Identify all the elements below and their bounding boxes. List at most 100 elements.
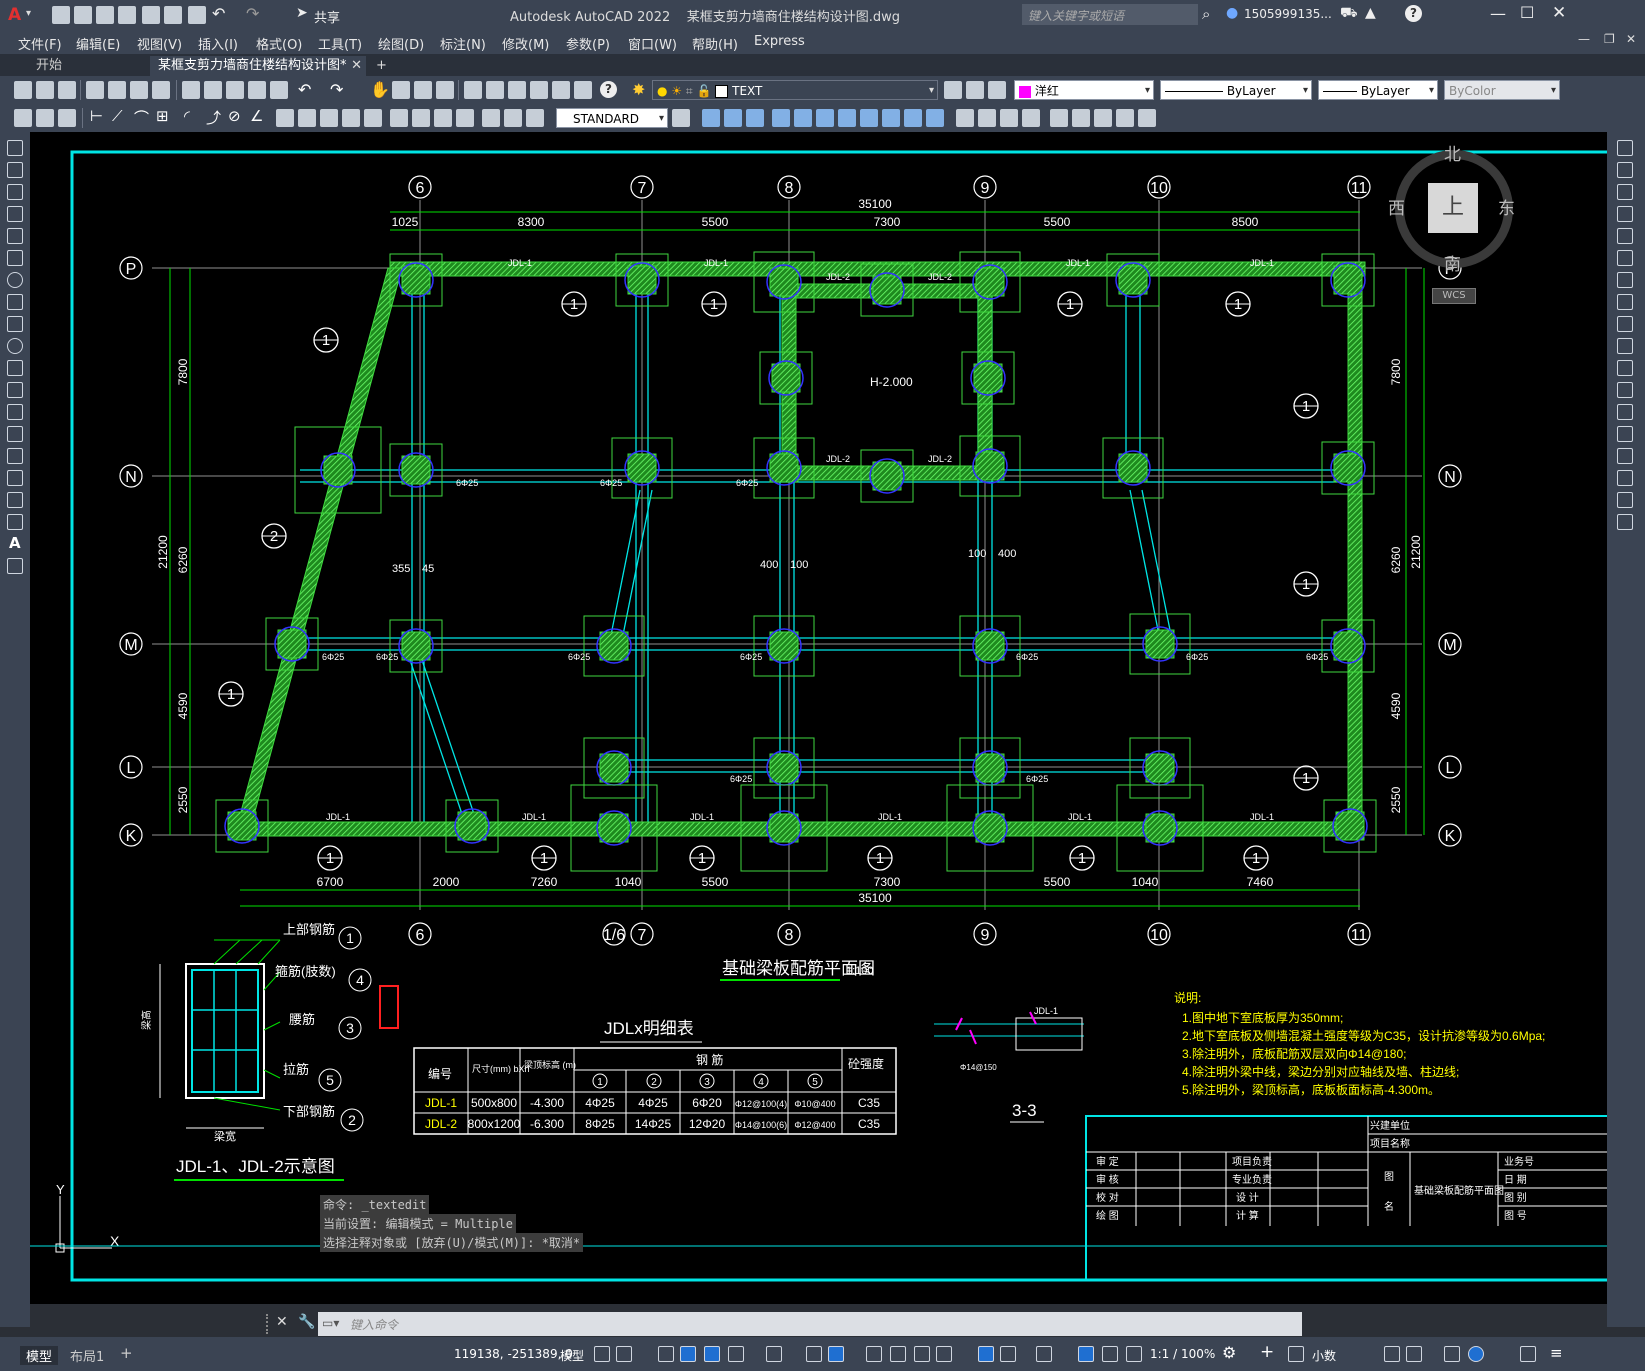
new-file-icon[interactable] — [52, 6, 70, 24]
dynamic-input-icon[interactable] — [680, 1346, 696, 1362]
dim-aligned-icon[interactable]: ⟋ — [112, 107, 123, 125]
dim-style-dropdown[interactable]: STANDARD ▾ — [556, 108, 668, 128]
chevron-down-icon[interactable]: ▾ — [1303, 81, 1308, 101]
array-icon[interactable] — [1617, 228, 1633, 244]
model-space-toggle[interactable]: 模型 — [560, 1347, 584, 1364]
publish-icon[interactable] — [130, 81, 148, 99]
viewcube-west[interactable]: 西 — [1388, 194, 1405, 219]
dim-space-icon[interactable] — [342, 109, 360, 127]
lineweight-dropdown[interactable]: ByLayer ▾ — [1318, 80, 1438, 100]
modify-tool-1-icon[interactable] — [702, 109, 720, 127]
stretch-icon[interactable] — [1617, 316, 1633, 332]
search-input[interactable]: 键入关键字或短语 — [1028, 7, 1124, 24]
add-selected-icon[interactable] — [7, 558, 23, 574]
search-box[interactable]: 键入关键字或短语 — [1022, 4, 1198, 25]
dim-diameter-icon[interactable]: ⊘ — [228, 107, 241, 125]
trim-icon[interactable] — [1617, 338, 1633, 354]
command-prompt-icon[interactable]: ▭▾ — [322, 1316, 339, 1330]
new-tab-button[interactable]: + — [368, 56, 395, 76]
menu-tools[interactable]: 工具(T) — [318, 34, 362, 53]
print-icon[interactable] — [188, 6, 206, 24]
viewcube-top-face[interactable]: 上 — [1428, 183, 1478, 233]
menu-dimension[interactable]: 标注(N) — [440, 34, 486, 53]
calculator-icon[interactable] — [574, 81, 592, 99]
viewcube-north[interactable]: 北 — [1444, 140, 1461, 165]
explode-icon[interactable] — [1617, 514, 1633, 530]
rotate-icon[interactable] — [1617, 272, 1633, 288]
menu-file[interactable]: 文件(F) — [18, 34, 62, 53]
xline-icon[interactable] — [7, 162, 23, 178]
chevron-down-icon[interactable]: ▾ — [1429, 81, 1434, 101]
share-icon[interactable]: ➤ — [296, 5, 308, 21]
break-point-icon[interactable] — [1617, 382, 1633, 398]
add-layout-button[interactable]: + — [120, 1344, 133, 1362]
auto-scale-icon[interactable] — [1102, 1346, 1118, 1362]
redo-icon[interactable]: ↷ — [246, 4, 259, 23]
dim-radius-icon[interactable]: ◜ — [184, 107, 190, 125]
modify-tool-9-icon[interactable] — [882, 109, 900, 127]
modify-tool-8-icon[interactable] — [860, 109, 878, 127]
circle-icon[interactable] — [7, 272, 23, 288]
dim-jogged-icon[interactable]: ⤴ — [206, 107, 221, 128]
user-icon[interactable]: ● — [1226, 5, 1238, 21]
minimize-icon[interactable]: — — [1490, 4, 1506, 23]
inspection-icon[interactable] — [434, 109, 452, 127]
modify-tool-4-icon[interactable] — [772, 109, 790, 127]
menu-window[interactable]: 窗口(W) — [628, 34, 677, 53]
graphics-performance-icon[interactable] — [1468, 1346, 1484, 1362]
make-current-layer-icon[interactable] — [944, 81, 962, 99]
close-icon[interactable]: ✕ — [1552, 3, 1566, 23]
snap-icon[interactable] — [616, 1346, 632, 1362]
command-input[interactable]: 键入命令 — [350, 1316, 398, 1333]
dim-baseline-icon[interactable] — [298, 109, 316, 127]
quick-properties-icon[interactable] — [1384, 1346, 1400, 1362]
properties-icon[interactable] — [464, 81, 482, 99]
cart-icon[interactable]: ⛟ — [1340, 5, 1358, 23]
viewcube-east[interactable]: 东 — [1498, 194, 1515, 219]
menu-format[interactable]: 格式(O) — [256, 34, 302, 53]
undo-toolbar-icon[interactable]: ↶ — [298, 80, 311, 99]
app-menu-chevron-icon[interactable]: ▾ — [26, 8, 31, 19]
scale-icon[interactable] — [1617, 294, 1633, 310]
isodraft-icon[interactable] — [766, 1346, 782, 1362]
spline-icon[interactable] — [7, 316, 23, 332]
chevron-down-icon[interactable]: ▾ — [1145, 81, 1150, 101]
tab-drawing[interactable]: 某框支剪力墙商住楼结构设计图* ✕ — [150, 56, 366, 76]
tab-model[interactable]: 模型 — [20, 1346, 59, 1365]
chamfer-icon[interactable] — [1617, 448, 1633, 464]
dynamic-ucs-icon[interactable] — [978, 1346, 994, 1362]
selection-cycling-icon[interactable] — [914, 1346, 930, 1362]
polyline-icon[interactable] — [7, 184, 23, 200]
wcs-menu[interactable]: WCS — [1432, 288, 1476, 304]
share-button[interactable]: 共享 — [314, 7, 340, 26]
modify-tool-12-icon[interactable] — [956, 109, 974, 127]
line-icon[interactable] — [7, 140, 23, 156]
revcloud-icon[interactable] — [7, 294, 23, 310]
modify-tool-15-icon[interactable] — [1022, 109, 1040, 127]
modify-tool-16-icon[interactable] — [1050, 109, 1068, 127]
toolbar-tool-1-icon[interactable] — [14, 109, 32, 127]
modify-tool-20-icon[interactable] — [1138, 109, 1156, 127]
autodesk-a360-icon[interactable]: ▲ — [1365, 5, 1376, 21]
modify-tool-14-icon[interactable] — [1000, 109, 1018, 127]
rectangle-icon[interactable] — [7, 228, 23, 244]
break-icon[interactable] — [1617, 404, 1633, 420]
layer-state-icon[interactable]: ✸ — [632, 80, 645, 99]
menu-modify[interactable]: 修改(M) — [502, 34, 549, 53]
help-icon[interactable]: ? — [1405, 5, 1422, 22]
zoom-previous-icon[interactable] — [436, 81, 454, 99]
command-close-icon[interactable]: ✕ — [276, 1314, 288, 1330]
cut-icon[interactable] — [182, 81, 200, 99]
chevron-down-icon[interactable]: ▾ — [659, 109, 664, 129]
osnap-icon[interactable] — [828, 1346, 844, 1362]
tab-layout1[interactable]: 布局1 — [70, 1346, 104, 1365]
modify-tool-3-icon[interactable] — [746, 109, 764, 127]
layer-previous-icon[interactable] — [966, 81, 984, 99]
annotation-monitor-icon[interactable]: + — [1260, 1342, 1274, 1362]
hatch-icon[interactable] — [7, 448, 23, 464]
save-as-icon[interactable] — [118, 6, 136, 24]
annotation-scale-icon[interactable] — [1126, 1346, 1142, 1362]
app-logo[interactable]: A — [8, 5, 21, 25]
zoom-realtime-icon[interactable] — [392, 81, 410, 99]
preview-icon[interactable] — [108, 81, 126, 99]
